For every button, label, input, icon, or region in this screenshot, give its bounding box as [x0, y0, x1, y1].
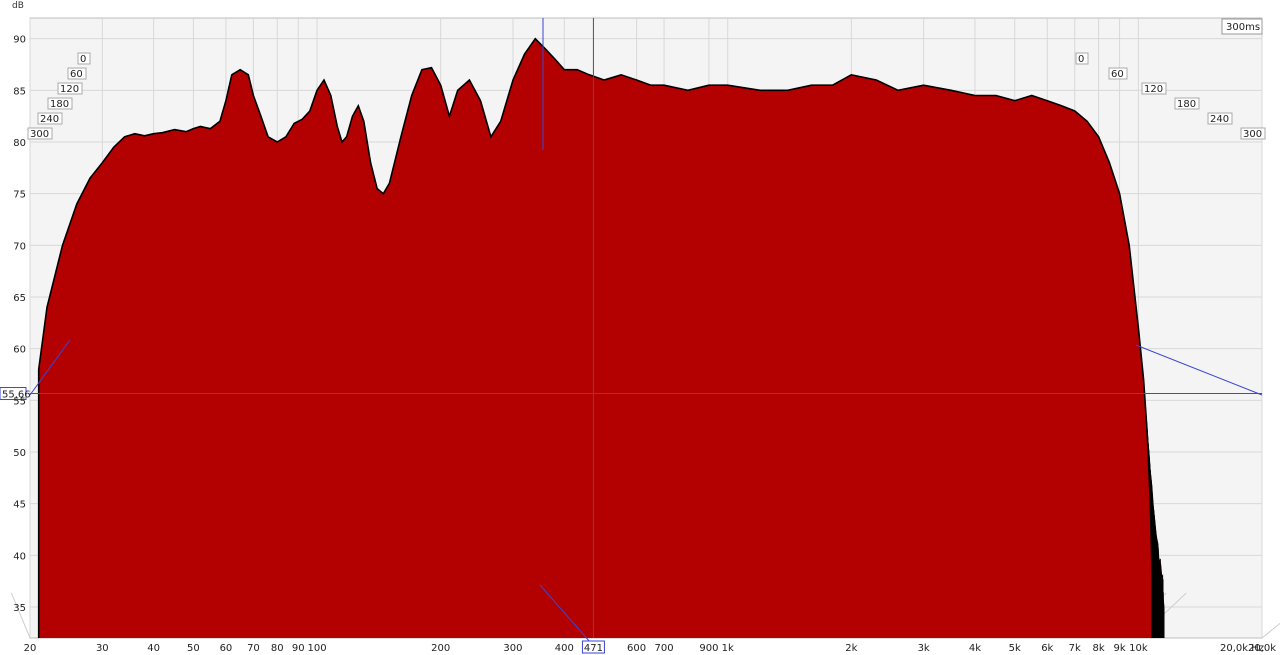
y-tick-label: 70 [13, 241, 26, 252]
x-tick-label: 8k [1093, 643, 1105, 654]
x-tick-label: 50 [187, 643, 200, 654]
floor-line [1261, 622, 1280, 639]
y-axis-ticks: 35 40 45 50 55 60 65 70 75 80 85 90 [13, 35, 26, 614]
time-tick-label-left: 240 [40, 114, 59, 125]
time-tick-label-left: 120 [60, 84, 79, 95]
y-tick-label: 55 [13, 396, 26, 407]
waterfall-slices [37, 37, 1165, 638]
x-tick-label: 4k [969, 643, 981, 654]
x-tick-label: 80 [271, 643, 284, 654]
time-tick-label-left: 300 [30, 129, 49, 140]
x-tick-label: 900 [699, 643, 718, 654]
cursor-x-readout: 471 [584, 643, 603, 654]
chart-annotations: 300ms [1221, 18, 1263, 35]
y-tick-label: 40 [13, 551, 26, 562]
time-tick-label-left: 180 [50, 99, 69, 110]
x-tick-label: 10k [1129, 643, 1148, 654]
time-tick-label-right: 180 [1177, 99, 1196, 110]
y-tick-label: 90 [13, 35, 26, 46]
x-tick-label: 600 [627, 643, 646, 654]
y-tick-label: 60 [13, 345, 26, 356]
y-tick-label: 65 [13, 293, 26, 304]
y-tick-label: 45 [13, 500, 26, 511]
x-tick-label: 7k [1069, 643, 1081, 654]
x-tick-label: 60 [220, 643, 233, 654]
floor-line [10, 592, 31, 639]
x-tick-label: 700 [655, 643, 674, 654]
x-tick-label: 1k [722, 643, 734, 654]
waterfall-plot[interactable]: 55.66471 354045505560657075808590 20 30 40… [0, 0, 1280, 655]
time-tick-label-left: 0 [80, 54, 86, 65]
y-tick-label: 85 [13, 86, 26, 97]
time-tick-label-right: 240 [1210, 114, 1229, 125]
x-tick-label: 70 [247, 643, 260, 654]
x-tick-label: 2k [845, 643, 857, 654]
x-tick-label: 200 [431, 643, 450, 654]
x-axis-ticks: 20 30 40 50 60 70 80 90 100 200 300 400 600 700 900 1k 2… [24, 643, 1277, 654]
x-tick-label: 9k [1114, 643, 1126, 654]
x-tick-label: 100 [307, 643, 326, 654]
y-tick-label: 80 [13, 138, 26, 149]
x-tick-label: 300 [503, 643, 522, 654]
x-tick-label: 400 [555, 643, 574, 654]
time-range-label: 300ms [1226, 22, 1260, 33]
y-tick-label: 35 [13, 603, 26, 614]
x-tick-label: 90 [292, 643, 305, 654]
x-tick-label: 6k [1041, 643, 1053, 654]
time-tick-label-right: 300 [1243, 129, 1262, 140]
x-axis-unit-label: 20,0k Hz [1220, 643, 1264, 654]
x-tick-label: 30 [96, 643, 109, 654]
x-tick-label: 40 [147, 643, 160, 654]
x-tick-label: 3k [918, 643, 930, 654]
time-tick-label-left: 60 [70, 69, 83, 80]
x-tick-label: 20 [24, 643, 37, 654]
waterfall-slice [37, 37, 1153, 638]
y-tick-label: 75 [13, 190, 26, 201]
time-tick-label-right: 0 [1078, 54, 1084, 65]
y-tick-label: 50 [13, 448, 26, 459]
time-tick-label-right: 60 [1111, 69, 1124, 80]
time-tick-label-right: 120 [1144, 84, 1163, 95]
x-tick-label: 5k [1009, 643, 1021, 654]
